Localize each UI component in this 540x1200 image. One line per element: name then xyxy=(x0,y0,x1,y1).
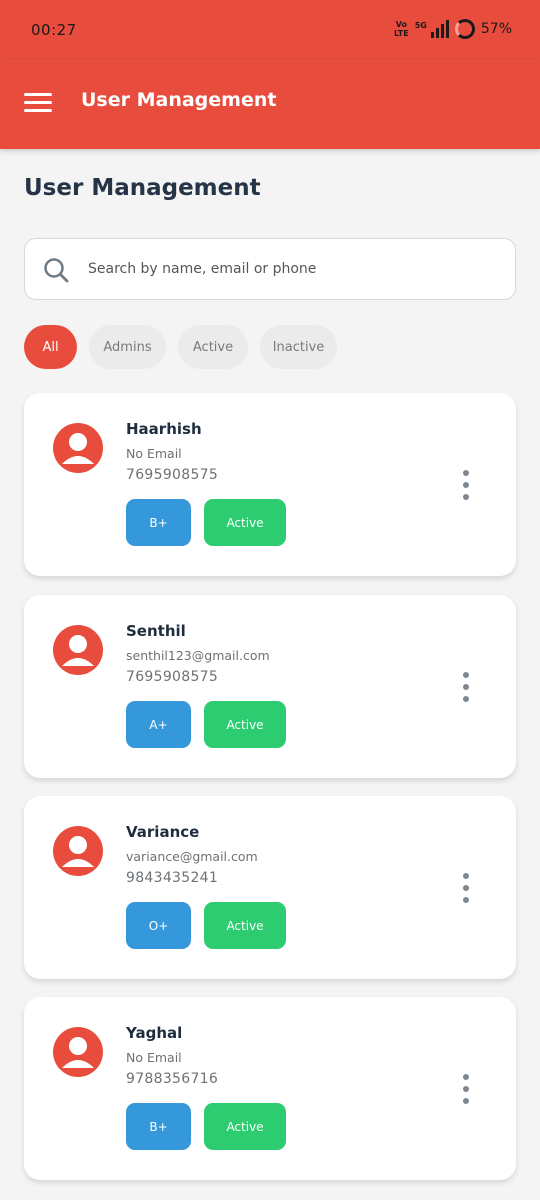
user-name: Haarhish xyxy=(126,420,202,438)
user-email: senthil123@gmail.com xyxy=(126,648,270,663)
user-phone: 9843435241 xyxy=(126,870,219,886)
user-email: No Email xyxy=(126,446,182,461)
user-name: Senthil xyxy=(126,622,186,640)
page-title: User Management xyxy=(24,175,261,201)
battery-icon xyxy=(454,19,475,39)
network-type: 5G xyxy=(414,21,427,30)
status-time: 00:27 xyxy=(31,21,77,39)
user-phone: 7695908575 xyxy=(126,467,219,483)
more-options-icon[interactable] xyxy=(456,669,476,705)
search-icon xyxy=(44,258,69,283)
user-email: variance@gmail.com xyxy=(126,849,258,864)
more-options-icon[interactable] xyxy=(456,1071,476,1107)
user-name: Variance xyxy=(126,823,200,841)
status-indicators: Vo LTE 5G 57% xyxy=(394,19,512,39)
user-email: No Email xyxy=(126,1050,182,1065)
filter-chip-all[interactable]: All xyxy=(24,325,77,369)
user-avatar-icon xyxy=(53,625,103,675)
app-bar-title: User Management xyxy=(81,89,277,111)
user-avatar-icon xyxy=(53,826,103,876)
filter-chip-inactive[interactable]: Inactive xyxy=(260,325,337,369)
user-avatar-icon xyxy=(53,1027,103,1077)
user-avatar-icon xyxy=(53,423,103,473)
blood-group-badge: B+ xyxy=(126,499,191,546)
status-badge: Active xyxy=(204,499,286,546)
status-badge: Active xyxy=(204,1103,286,1150)
filter-chip-admins[interactable]: Admins xyxy=(89,325,166,369)
status-badge: Active xyxy=(204,701,286,748)
signal-icon xyxy=(430,20,449,38)
user-card[interactable]: Senthil senthil123@gmail.com 7695908575 … xyxy=(24,595,516,778)
user-phone: 9788356716 xyxy=(126,1071,219,1087)
user-card[interactable]: Haarhish No Email 7695908575 B+ Active xyxy=(24,393,516,576)
volte-top-label: Vo xyxy=(395,20,407,29)
blood-group-badge: A+ xyxy=(126,701,191,748)
volte-bottom-label: LTE xyxy=(394,29,409,38)
blood-group-badge: B+ xyxy=(126,1103,191,1150)
volte-indicator: Vo LTE xyxy=(394,20,409,38)
blood-group-badge: O+ xyxy=(126,902,191,949)
search-box[interactable] xyxy=(24,238,516,300)
battery-level: 57% xyxy=(480,21,512,37)
user-card[interactable]: Yaghal No Email 9788356716 B+ Active xyxy=(24,997,516,1180)
status-badge: Active xyxy=(204,902,286,949)
user-name: Yaghal xyxy=(126,1024,183,1042)
search-input[interactable] xyxy=(88,239,498,299)
app-bar: User Management xyxy=(0,60,540,149)
hamburger-menu-icon[interactable] xyxy=(24,93,52,113)
more-options-icon[interactable] xyxy=(456,870,476,906)
filter-chip-active[interactable]: Active xyxy=(178,325,248,369)
user-card[interactable]: Variance variance@gmail.com 9843435241 O… xyxy=(24,796,516,979)
more-options-icon[interactable] xyxy=(456,467,476,503)
status-bar: 00:27 Vo LTE 5G 57% xyxy=(0,0,540,60)
user-phone: 7695908575 xyxy=(126,669,219,685)
